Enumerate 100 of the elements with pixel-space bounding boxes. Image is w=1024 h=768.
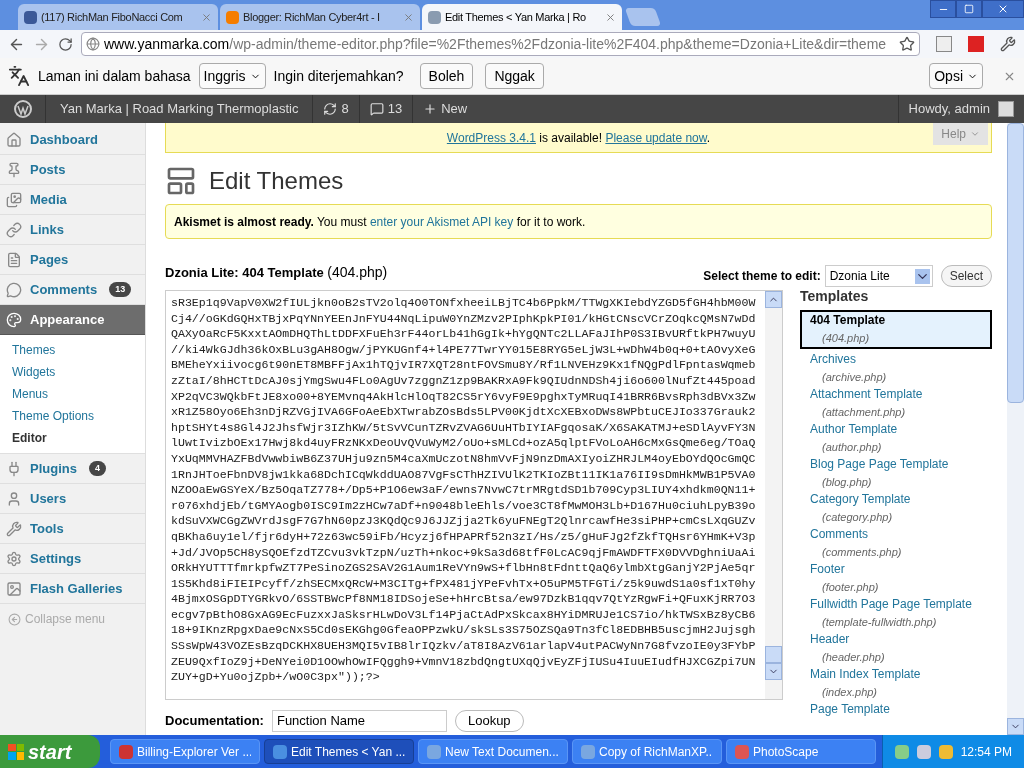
- code-line: sR3Ep1q9VapV0XW2fIULjkn0oB2sTV2olq4O0TONfxheeiLBjTC4b6PpkM/TTWgXKIebdYZGD5fGH4hbM00W: [171, 295, 757, 311]
- taskbar-button[interactable]: Billing-Explorer Ver ...: [110, 739, 260, 764]
- tab-title: (117) RichMan FiboNacci Com: [41, 9, 184, 25]
- menu-item[interactable]: Settings: [0, 544, 145, 574]
- gear-icon: [6, 550, 22, 567]
- count-badge: 13: [109, 282, 132, 297]
- extension-icon[interactable]: [936, 36, 952, 52]
- template-item[interactable]: Main Index Template (index.php): [800, 666, 992, 701]
- template-item[interactable]: Header (header.php): [800, 631, 992, 666]
- close-button[interactable]: [982, 0, 1024, 18]
- pin-icon: [6, 161, 22, 178]
- template-item[interactable]: Footer (footer.php): [800, 561, 992, 596]
- collapse-icon: [8, 612, 21, 626]
- code-line: ORkHYUTTTfmrkpfwZT7PeSinoZGS2SAV2G1Aum1ReVYn9wS+flbHn8tFdnttQaQ6ylmbXtgGanjY2PjAe5qr: [171, 560, 757, 576]
- count-badge: 4: [88, 461, 106, 476]
- scrollbar-thumb[interactable]: [765, 646, 782, 663]
- code-line: zZtaI/8hHCTtDcAJ0sjYmgSwu4FLo0AgUv7zggnZ1zp9BAKRxA9Fk9QIUdnNDSh4ji6o600lNufZt445poad: [171, 372, 757, 389]
- code-line: lUwtIvizbOEx17Hwj8kd4uyFRzNKxDeoUvQVuWyM2/oUo+sMLCd+ozA5qlptFVoLoAH6cMxGsQme6eg/TOaQ: [171, 435, 757, 451]
- address-bar[interactable]: www.yanmarka.com/wp-admin/theme-editor.php?file=%2Fthemes%2Fdzonia-lite%2F404.php&theme=Dzonia+Lite&dir=theme: [81, 32, 920, 56]
- taskbar-button[interactable]: Copy of RichManXP...: [572, 739, 722, 764]
- star-icon[interactable]: [899, 36, 915, 52]
- taskbar-button[interactable]: New Text Documen...: [418, 739, 568, 764]
- templates-heading: Templates: [800, 287, 870, 306]
- wrench-icon[interactable]: [1000, 36, 1016, 52]
- code-line: Cj4//oGKdGQHxTBjxPqYNnYEEnJnFYU44NqLipuW0YnZMzv2PIphKpkPI01/kHGtCNscVCrZOqkcQMsN7wDd: [171, 310, 757, 327]
- browser-tab[interactable]: Blogger: RichMan Cyber4rt - I: [220, 4, 420, 30]
- start-button[interactable]: start: [0, 735, 100, 768]
- page-icon: [6, 251, 22, 268]
- template-item[interactable]: Attachment Template (attachment.php): [800, 386, 992, 421]
- maximize-button[interactable]: [956, 0, 982, 18]
- template-item[interactable]: Blog Page Page Template (blog.php): [800, 456, 992, 491]
- menu-item[interactable]: Dashboard: [0, 125, 145, 155]
- template-item[interactable]: Author Template (author.php): [800, 421, 992, 456]
- editor-scrollbar[interactable]: [765, 291, 782, 699]
- plug-icon: [6, 460, 22, 477]
- code-line: SSsWpW43VOZEsBzqDCKHX8UEH3MQI5vIB8lrIQzkv/aT8I8AzV61arlapV4utPACWyNn7G8fvzoIE0y3FYbP: [171, 638, 757, 654]
- code-line: r076xhdjEb/tGMYAogb0ISC9Im2zHCw7aDf+n9048bleEhls/voe3CT8fMwMOH3Lb+D167Hu0ciuhLpyB39o: [171, 497, 757, 514]
- submenu-item[interactable]: Menus: [0, 383, 145, 405]
- submenu-item[interactable]: Widgets: [0, 361, 145, 383]
- no-button[interactable]: Nggak: [485, 63, 544, 89]
- themes-icon: [165, 165, 197, 197]
- menu-item[interactable]: Appearance: [0, 305, 145, 335]
- menu-item[interactable]: Plugins 4: [0, 454, 145, 484]
- code-line: +Jd/JVOp5CH8ySQOEfzdTZCvu3vkTzpN/uzTh+nkoc+9kSa3d68tfF0LcAC9qjFmAWDFTFX0DVVDghniUaAi: [171, 544, 757, 561]
- template-item[interactable]: 404 Template (404.php): [800, 310, 992, 349]
- reload-icon[interactable]: [58, 36, 73, 52]
- code-line: ZEU9QxfIoZ9j+DeNYei0D1OOwhOwIFQggh9+VmnV18zbdQngtUXqQjvEyZFjIUSu4IuuEIudfHJXCGZpi7UN: [171, 653, 757, 670]
- code-line: hptSHYt4s8Gl4J2JhsfWjr3IZhKW/5tSvVCunTZRvZVAG6UuHTbIYIAFgqosaK/X6SAKATMJ+eSDlAyvFY3N: [171, 419, 757, 436]
- theme-dropdown[interactable]: Dzonia Lite: [824, 265, 933, 287]
- globe-icon: [86, 37, 100, 51]
- code-editor[interactable]: [165, 290, 783, 700]
- maximize-icon: [964, 4, 974, 14]
- app-icon: [273, 744, 287, 759]
- menu-item[interactable]: Posts: [0, 155, 145, 185]
- page-scrollbar[interactable]: [1007, 123, 1024, 735]
- taskbar-button[interactable]: PhotoScape: [726, 739, 876, 764]
- menu-item[interactable]: Tools: [0, 514, 145, 544]
- tray-icon: [938, 744, 953, 759]
- close-icon: [997, 3, 1009, 15]
- yes-button[interactable]: Boleh: [419, 63, 474, 89]
- update-link[interactable]: Please update now: [605, 130, 707, 145]
- template-item[interactable]: Category Template (category.php): [800, 491, 992, 526]
- template-item[interactable]: Comments (comments.php): [800, 526, 992, 561]
- version-link[interactable]: WordPress 3.4.1: [446, 130, 536, 145]
- submenu-item[interactable]: Themes: [0, 339, 145, 361]
- menu-item[interactable]: Pages: [0, 245, 145, 275]
- caret-icon: [914, 268, 930, 284]
- wordpress-logo-icon[interactable]: [13, 100, 32, 118]
- api-key-link[interactable]: enter your Akismet API key: [369, 214, 514, 229]
- submenu-item[interactable]: Theme Options: [0, 405, 145, 427]
- user-icon: [6, 490, 22, 507]
- translate-icon: [8, 65, 30, 87]
- menu-item[interactable]: Links: [0, 215, 145, 245]
- function-dropdown[interactable]: Function Name: [271, 710, 447, 732]
- taskbar-button[interactable]: Edit Themes < Yan ...: [264, 739, 414, 764]
- close-icon[interactable]: [605, 11, 616, 23]
- speech-bubble-icon: [6, 281, 22, 298]
- menu-item[interactable]: Users: [0, 484, 145, 514]
- template-item[interactable]: Page Template: [800, 701, 992, 718]
- caret-icon: [970, 129, 980, 139]
- template-item[interactable]: Archives (archive.php): [800, 351, 992, 386]
- code-line: 18+9IKnzRpgxDae9cNxS5Cd0sEKGhg0GfeaOPPzwkU/skSLs3S75OZSQa9Tn3fCl8EDBHB5uscjmH2Jujsgh: [171, 622, 757, 639]
- menu-item[interactable]: Flash Galleries: [0, 574, 145, 604]
- new-tab-button[interactable]: [624, 8, 662, 26]
- url-text: www.yanmarka.com/wp-admin/theme-editor.php?file=%2Fthemes%2Fdzonia-lite%2F404.php&theme=Dzonia+Lite&dir=theme: [104, 34, 888, 54]
- file-heading: Dzonia Lite: 404 Template (404.php): [165, 263, 388, 282]
- template-item[interactable]: Fullwidth Page Page Template (template-fullwidth.php): [800, 596, 992, 631]
- language-dropdown[interactable]: Inggris: [198, 63, 266, 89]
- close-icon[interactable]: [403, 11, 414, 23]
- submenu-item[interactable]: Editor: [0, 427, 145, 449]
- new-link[interactable]: New: [413, 95, 478, 123]
- site-icon: [226, 10, 239, 24]
- browser-tab[interactable]: (117) RichMan FiboNacci Com: [18, 4, 218, 30]
- menu-item[interactable]: Media: [0, 185, 145, 215]
- browser-tab[interactable]: Edit Themes < Yan Marka | Ro: [422, 4, 622, 30]
- options-button[interactable]: Opsi: [929, 63, 983, 89]
- code-line: 1S5Khd8iFIEIPcyff/zhSECMxQRcW+M3CITg+fPX481jYPeFvhTx+O5uPM5TFGTi/z5k9uwdS1a0sf1xT0hy: [171, 575, 757, 592]
- select-button[interactable]: Select: [940, 265, 992, 287]
- code-line: qBKha6uy1el/fjr6dyH+72z63wc59iFb/Hcyzj6fHPAPRf52n3zI/Hs/z5/gHuFJg2fZkfTQHsr6YHmK+V3p: [171, 528, 757, 545]
- close-icon[interactable]: [201, 11, 212, 23]
